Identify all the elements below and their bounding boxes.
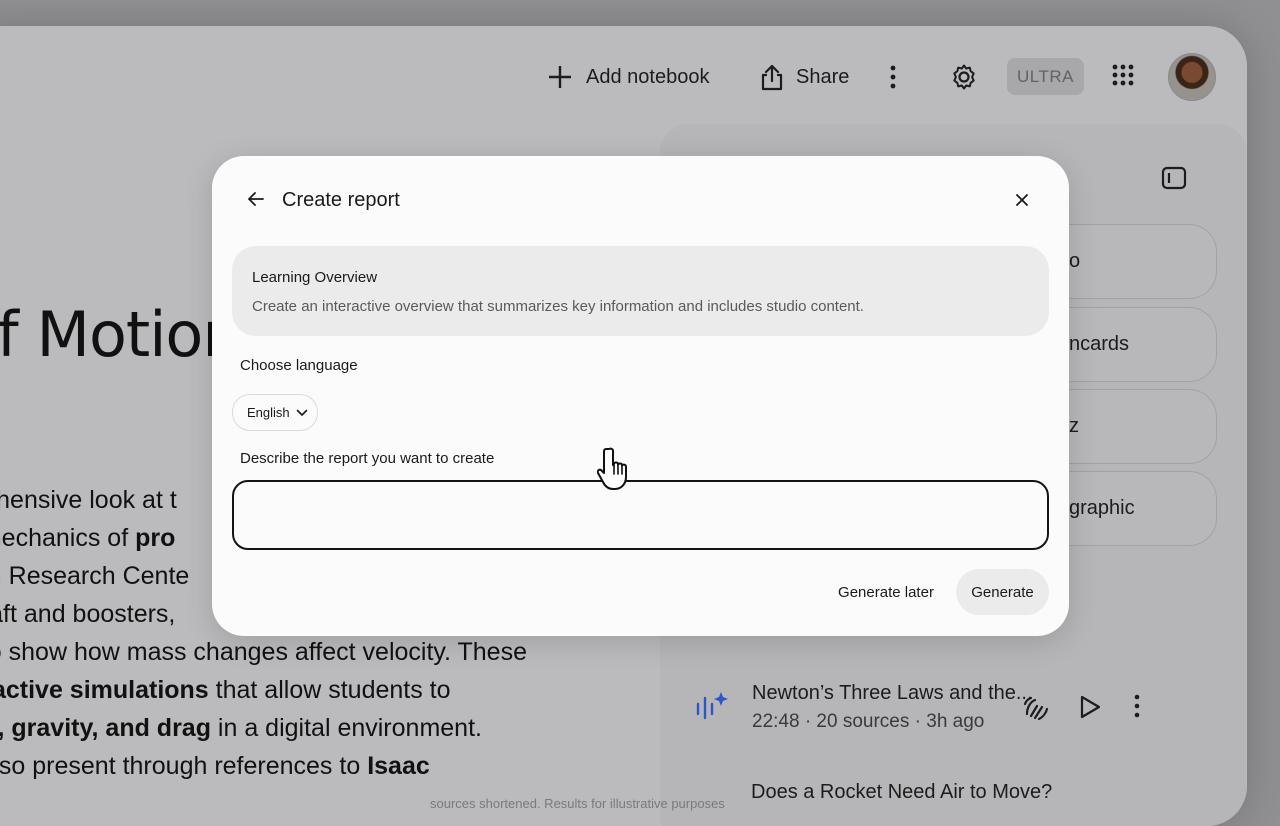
describe-label: Describe the report you want to create	[240, 450, 495, 467]
plus-icon	[549, 66, 571, 88]
report-type-description: Create an interactive overview that summ…	[252, 298, 864, 315]
summary-line: n to show how mass changes affect veloci…	[0, 633, 640, 671]
summary-bold-text: teractive simulations	[0, 676, 209, 704]
panel-toggle-icon	[1161, 166, 1187, 190]
summary-bold-text: ust, gravity, and drag	[0, 714, 211, 742]
studio-button-label: z	[1069, 415, 1079, 437]
close-icon	[1016, 194, 1028, 206]
apps-button[interactable]	[1112, 64, 1134, 86]
summary-bold-text: pro	[135, 524, 176, 552]
audio-meta: 22:48 · 20 sources · 3h ago	[752, 711, 985, 732]
play-icon[interactable]	[1078, 694, 1102, 720]
top-bar: Add notebook Share ULTRA	[0, 26, 1247, 126]
audio-title: Newton’s Three Laws and the...	[752, 682, 1033, 704]
panel-toggle-button[interactable]	[1161, 166, 1187, 195]
summary-text: n to show how mass changes affect veloci…	[0, 638, 527, 666]
create-report-dialog: Create report Learning Overview Create a…	[212, 156, 1069, 636]
summary-line: teractive simulations that allow student…	[0, 671, 640, 709]
summary-bold-text: Isaac	[367, 752, 430, 780]
language-label: Choose language	[240, 357, 358, 374]
apps-grid-icon	[1112, 64, 1134, 86]
report-type-card: Learning Overview Create an interactive …	[232, 246, 1049, 336]
interactive-icon[interactable]	[1021, 694, 1051, 724]
generate-button[interactable]: Generate	[956, 569, 1049, 615]
share-icon	[761, 64, 783, 91]
more-vert-icon	[890, 65, 896, 89]
add-notebook-button[interactable]: Add notebook	[547, 62, 709, 92]
audio-next-title[interactable]: Does a Rocket Need Air to Move?	[751, 781, 1052, 804]
share-label: Share	[796, 65, 850, 88]
summary-text: rcraft and boosters,	[0, 600, 176, 628]
audio-wave-icon	[696, 692, 728, 720]
notebook-title: of Motior	[0, 298, 228, 371]
studio-button-label: graphic	[1069, 497, 1135, 519]
more-vert-icon[interactable]	[1134, 694, 1140, 718]
more-options-button[interactable]	[890, 62, 896, 92]
studio-button-label: o	[1069, 250, 1081, 272]
report-type-title: Learning Overview	[252, 269, 378, 286]
add-notebook-label: Add notebook	[586, 65, 710, 88]
hand-cursor-icon	[596, 445, 637, 498]
back-arrow-icon	[248, 192, 264, 206]
language-select[interactable]: English	[232, 394, 318, 431]
describe-report-input[interactable]	[232, 480, 1049, 550]
summary-text: enn Research Cente	[0, 562, 190, 590]
summary-text: e mechanics of	[0, 524, 129, 552]
summary-text: that allow students to	[208, 676, 451, 704]
language-value: English	[247, 405, 290, 420]
studio-button-label: ncards	[1069, 333, 1130, 355]
avatar[interactable]	[1168, 53, 1216, 101]
back-button[interactable]	[246, 189, 266, 214]
dialog-title: Create report	[282, 189, 400, 211]
disclaimer-text: sources shortened. Results for illustrat…	[430, 796, 725, 811]
settings-button[interactable]	[950, 62, 978, 92]
share-button[interactable]: Share	[760, 62, 849, 92]
summary-line: ust, gravity, and drag in a digital envi…	[0, 709, 640, 747]
summary-text: in a digital environment.	[210, 714, 482, 742]
audio-overview-row[interactable]: Newton’s Three Laws and the... 22:48 · 2…	[695, 682, 1215, 742]
close-button[interactable]	[1013, 191, 1031, 214]
plan-badge[interactable]: ULTRA	[1007, 58, 1084, 95]
summary-text: s also present through references to	[0, 752, 368, 780]
summary-text: prehensive look at t	[0, 486, 177, 514]
gear-icon	[953, 64, 975, 90]
summary-line: s also present through references to Isa…	[0, 747, 640, 785]
chevron-down-icon	[296, 409, 307, 416]
generate-later-button[interactable]: Generate later	[828, 570, 944, 614]
